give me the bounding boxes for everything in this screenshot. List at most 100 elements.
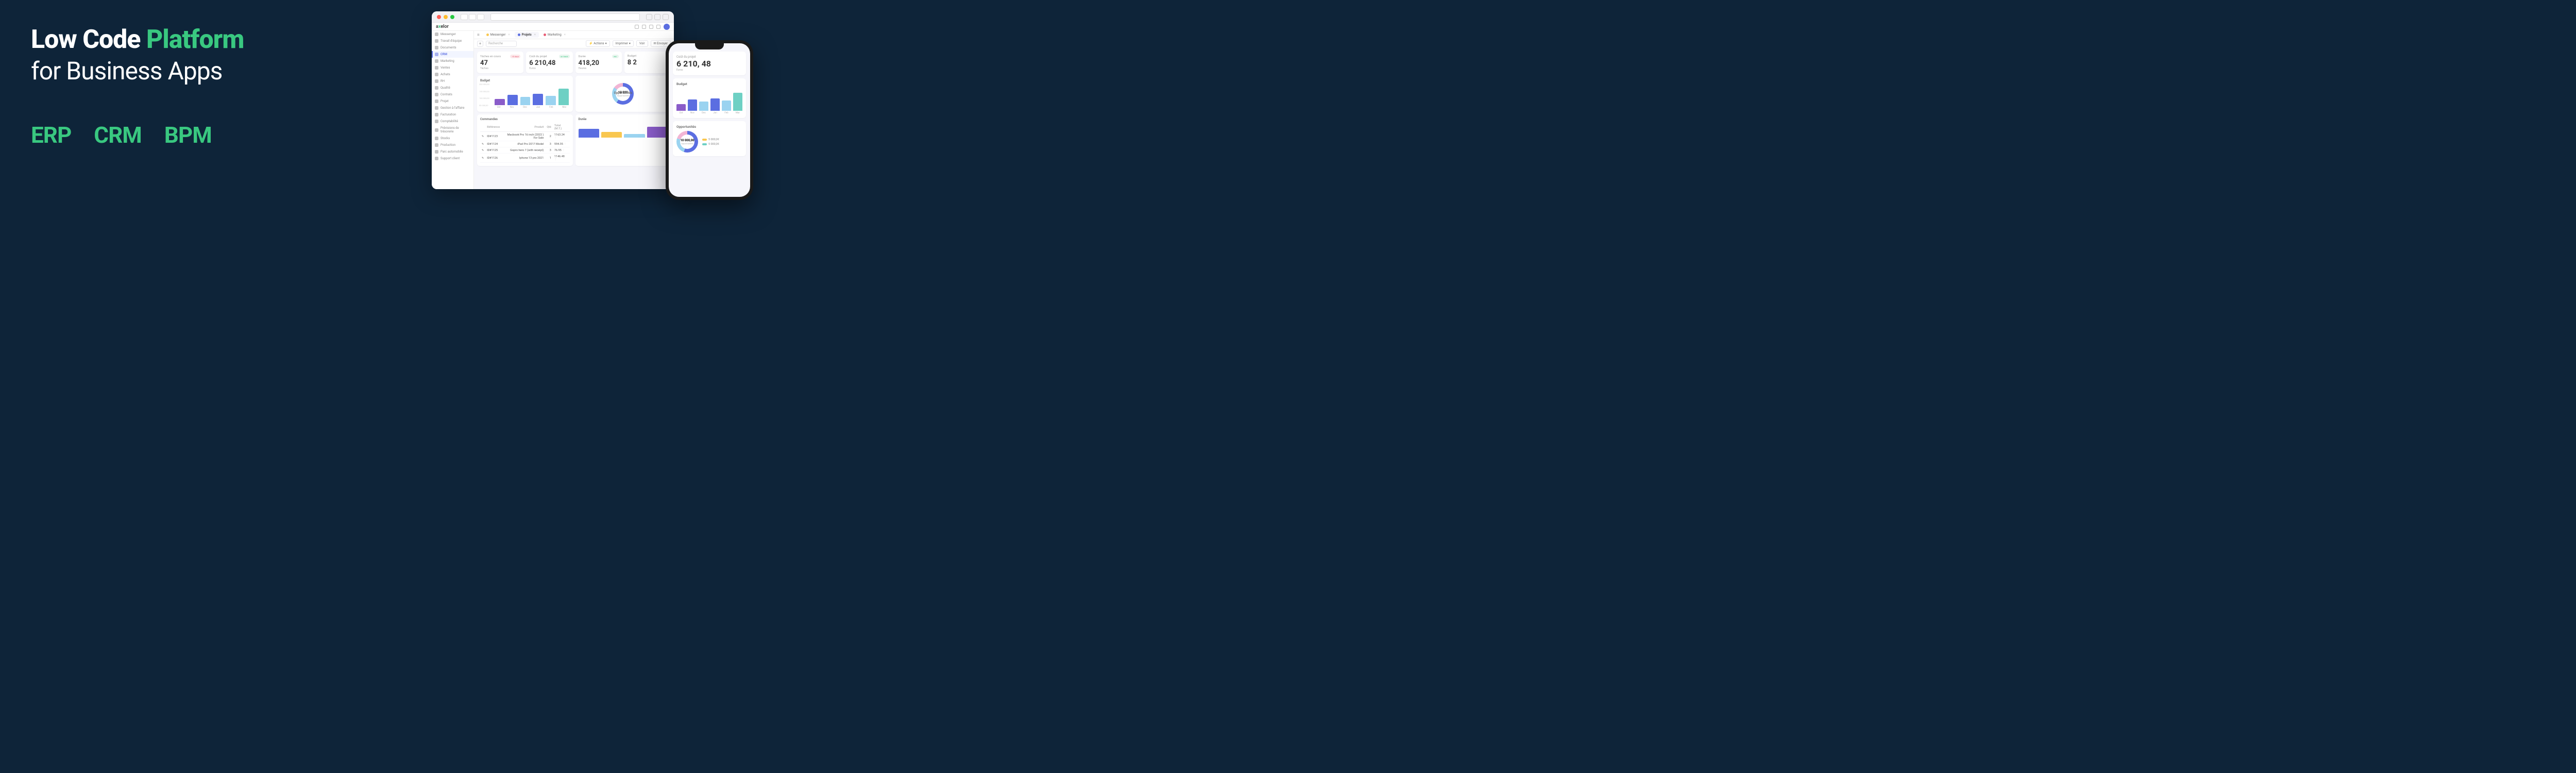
sidebar-item-label: Contrats [440, 93, 452, 96]
sidebar-item[interactable]: Documents [432, 44, 473, 51]
duration-chart[interactable]: Durée [575, 114, 671, 166]
module-icon [435, 66, 438, 70]
bar [688, 99, 697, 111]
url-bar[interactable] [490, 13, 640, 21]
column-header[interactable]: Produit [501, 123, 545, 132]
status-badge: +8 days [510, 55, 520, 58]
bar-label: Oct [676, 112, 686, 114]
close-icon[interactable]: × [534, 33, 536, 37]
module-icon [435, 106, 438, 110]
kpi-unit: Heures [579, 67, 619, 70]
kpi-cost[interactable]: Coût du projeton track 6 210,48 Euros [526, 52, 572, 73]
orders-table-card[interactable]: Commandes RéférenceProduitQtéTotal (M.T.… [477, 114, 573, 166]
close-icon[interactable]: × [564, 33, 566, 37]
budget-chart[interactable]: Budget 200 000,00150 000,00100 000,0050 … [477, 76, 573, 112]
module-icon [435, 143, 438, 147]
menu-icon[interactable]: ≡ [477, 32, 480, 37]
sidebar-item[interactable]: Messenger [432, 31, 473, 38]
tab[interactable]: Projets× [515, 32, 539, 38]
bell-icon[interactable] [656, 25, 660, 29]
sidebar-item[interactable]: Achats [432, 71, 473, 78]
edit-icon[interactable]: ✎ [480, 141, 485, 147]
home-icon[interactable] [635, 25, 639, 29]
kpi-budget[interactable]: Budget 8 2 [624, 52, 671, 73]
module-icon [435, 93, 438, 96]
kpi-value: 47 [480, 59, 520, 67]
tab[interactable]: Messenger× [483, 32, 513, 38]
forward-icon[interactable] [469, 14, 476, 20]
sidebar-item[interactable]: Prévisions de trésorerie [432, 125, 473, 135]
bar [722, 100, 731, 111]
column-header[interactable]: Total (M.T.) [553, 123, 570, 132]
kpi-tasks[interactable]: Tâches en cours+8 days 47 Tâches [477, 52, 523, 73]
tab[interactable]: Marketing× [540, 32, 569, 38]
sidebar-item[interactable]: Marketing [432, 58, 473, 64]
avatar[interactable] [664, 24, 670, 30]
logo[interactable]: axelor [436, 24, 449, 29]
traffic-lights[interactable] [437, 15, 454, 19]
bar [533, 94, 543, 105]
sidebar-item[interactable]: Ventes [432, 64, 473, 71]
sidebar-item[interactable]: Qualité [432, 85, 473, 91]
sidebar-item[interactable]: Travail d'équipe [432, 38, 473, 44]
cell-ref: ID#1123 [485, 132, 501, 141]
sidebar-item[interactable]: Stocks [432, 135, 473, 142]
table-row[interactable]: ✎ID#1123Macbook Pro 16 inch (2022 ) For … [480, 132, 570, 141]
bar-label: Feb [546, 106, 556, 109]
bars [494, 85, 570, 105]
close-icon[interactable]: × [508, 33, 510, 37]
sidebar-item[interactable]: Support client [432, 155, 473, 162]
sidebar-item[interactable]: RH [432, 78, 473, 85]
donut-center: 10 000,00 Opportunités [680, 135, 694, 149]
sidebar-item[interactable]: Projet [432, 98, 473, 105]
sidebar-item[interactable]: Parc automobile [432, 148, 473, 155]
print-button[interactable]: Imprimer ▾ [613, 40, 634, 47]
edit-icon[interactable]: ✎ [480, 147, 485, 154]
kpi-label: Coût du projet [676, 55, 742, 59]
view-button[interactable]: Voir [636, 40, 648, 47]
sidebar-item[interactable]: Comptabilité [432, 118, 473, 125]
column-header[interactable]: Référence [485, 123, 501, 132]
sidebar-item[interactable]: Gestion à l'affaire [432, 105, 473, 111]
share-icon[interactable] [646, 14, 652, 20]
nav-buttons[interactable] [461, 14, 484, 20]
module-icon [435, 120, 438, 123]
kpi-duration[interactable]: Duréeest. 418,20 Heures [575, 52, 622, 73]
hero-tags: ERP CRM BPM [31, 122, 244, 148]
table-row[interactable]: ✎ID#1125Gopro hero 7 (with receipt)376.9… [480, 147, 570, 154]
back-icon[interactable] [461, 14, 468, 20]
opportunities-chart[interactable]: Opportunités 10 200 Opportunités [575, 76, 671, 112]
phone-opportunities[interactable]: Opportunités 10 000,00 Opportunités 5 00… [673, 121, 746, 156]
actions-button[interactable]: ⚡ Actions ▾ [586, 40, 609, 47]
search-input[interactable]: Recherche [486, 41, 517, 47]
tabs-icon[interactable] [663, 14, 669, 20]
table-row[interactable]: ✎ID#1124iPad Pro 2017 Model3594.35 ⋮ [480, 141, 570, 147]
mail-icon[interactable] [642, 25, 646, 29]
status-badge: est. [612, 55, 619, 58]
legend: 5 000,0€ 5 000,0€ [702, 138, 719, 146]
table-row[interactable]: ✎ID#1126Iphone 13 pro 202111146.48 ⋮ [480, 154, 570, 163]
edit-icon[interactable]: ✎ [480, 154, 485, 163]
module-icon [435, 137, 438, 140]
donut-value: 10 000,00 [680, 139, 694, 142]
sidebar-item[interactable]: Contrats [432, 91, 473, 98]
donut: 10 000,00 Opportunités [676, 131, 698, 153]
module-icon [435, 39, 438, 43]
sidebar-item[interactable]: Production [432, 142, 473, 148]
sidebar-icon[interactable] [477, 14, 484, 20]
edit-icon[interactable]: ✎ [480, 132, 485, 141]
app-body: MessengerTravail d'équipeDocumentsCRMMar… [432, 23, 674, 189]
star-icon[interactable] [649, 25, 653, 29]
cell-total: 594.35 ⋮ [553, 141, 570, 147]
phone-budget-chart[interactable]: Budget OctNovDecJanFebMar [673, 78, 746, 118]
column-header[interactable]: Qté [545, 123, 553, 132]
kpi-value: 418,20 [579, 59, 619, 67]
add-icon[interactable] [654, 14, 660, 20]
sidebar-item[interactable]: Facturation [432, 111, 473, 118]
phone-screen: Coût du projet 6 210, 48 Euros Budget Oc… [669, 43, 750, 197]
add-button[interactable]: + [477, 41, 483, 47]
sidebar-item[interactable]: CRM [432, 51, 473, 58]
status-badge: on track [559, 55, 569, 58]
phone-kpi-cost[interactable]: Coût du projet 6 210, 48 Euros [673, 52, 746, 75]
tab-label: Projets [522, 33, 532, 37]
